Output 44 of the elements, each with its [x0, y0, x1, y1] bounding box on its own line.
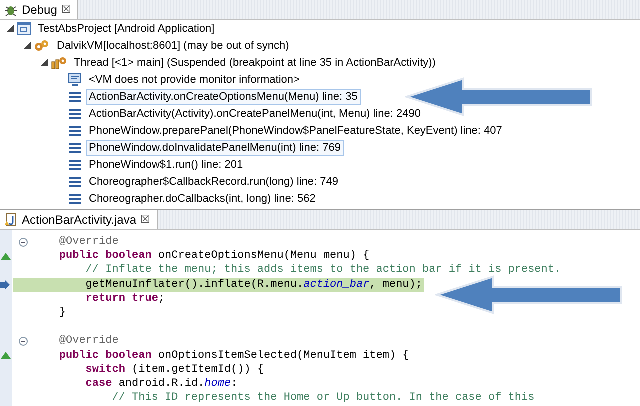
tree-item[interactable]: DalvikVM[localhost:8601] (may be out of synch)	[54, 38, 292, 54]
collapse-icon[interactable]	[18, 336, 28, 346]
tree-item[interactable]: PhoneWindow.doInvalidatePanelMenu(int) line: 769	[86, 140, 344, 156]
code-line: // This ID represents the Home or Up button. In the case of this	[111, 392, 536, 404]
tree-item[interactable]: ActionBarActivity(Activity).onCreatePanelMenu(int, Menu) line: 2490	[86, 106, 424, 122]
code-line: public boolean onCreateOptionsMenu(Menu menu) {	[58, 250, 371, 262]
expanded-icon[interactable]	[24, 42, 30, 49]
collapse-icon[interactable]	[18, 238, 28, 247]
view-tab[interactable]: ActionBarActivity.java ☒	[0, 210, 158, 229]
expanded-icon[interactable]	[6, 25, 14, 32]
code-line: // Inflate the menu; this adds items to the action bar if it is present.	[84, 264, 562, 276]
expanded-icon[interactable]	[40, 59, 48, 66]
stack-frame-icon	[68, 192, 82, 204]
stack-frame-icon	[68, 90, 82, 102]
code-line: getMenuInflater().inflate(R.menu.action_bar, menu);	[84, 278, 424, 291]
instruction-pointer-icon	[0, 280, 12, 290]
stack-frame-icon	[68, 158, 82, 170]
tree-item[interactable]: Choreographer$CallbackRecord.run(long) line: 749	[86, 174, 342, 190]
stack-frame-icon	[68, 124, 82, 136]
tree-item[interactable]: TestAbsProject [Android Application]	[35, 20, 218, 36]
code-line: return true;	[84, 292, 166, 305]
tree-item[interactable]: ActionBarActivity.onCreateOptionsMenu(Menu) line: 35	[86, 88, 361, 104]
stack-frame-icon	[68, 142, 82, 154]
java-file-icon	[4, 212, 18, 226]
monitor-icon	[68, 72, 82, 86]
code-line: @Override	[58, 335, 120, 348]
close-icon[interactable]: ☒	[140, 213, 150, 226]
gears-icon	[34, 38, 50, 52]
thread-icon	[51, 56, 67, 70]
stack-frame-icon	[68, 108, 82, 120]
close-icon[interactable]: ☒	[61, 3, 72, 16]
stack-frame-icon	[68, 176, 82, 188]
tree-item[interactable]: <VM does not provide monitor information>	[86, 72, 303, 88]
code-line: public boolean onOptionsItemSelected(MenuItem item) {	[58, 350, 410, 362]
code-line: @Override	[58, 236, 120, 248]
tree-item[interactable]: Thread [<1> main] (Suspended (breakpoint at line 35 in ActionBarActivity))	[71, 54, 439, 70]
view-tab[interactable]: Debug ☒	[0, 0, 78, 19]
tree-item[interactable]: Choreographer.doCallbacks(int, long) line: 562	[86, 190, 319, 206]
tree-item[interactable]: PhoneWindow.preparePanel(PhoneWindow$PanelFeatureState, KeyEvent) line: 407	[86, 122, 506, 138]
code-line: case android.R.id.home:	[84, 378, 239, 390]
code-line: switch (item.getItemId()) {	[84, 364, 266, 376]
code-line: }	[58, 307, 68, 320]
tree-item[interactable]: PhoneWindow$1.run() line: 201	[86, 156, 246, 172]
project-icon	[17, 22, 31, 35]
